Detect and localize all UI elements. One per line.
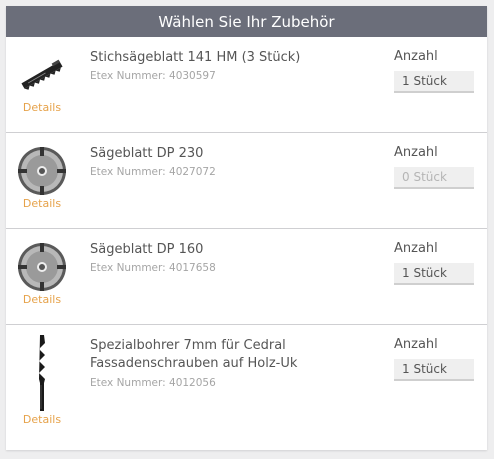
details-link[interactable]: Details (16, 101, 68, 114)
quantity-label: Anzahl (394, 241, 438, 256)
details-link[interactable]: Details (16, 197, 68, 210)
jigsaw-blade-icon (16, 49, 68, 101)
details-link[interactable]: Details (16, 293, 68, 306)
quantity-label: Anzahl (394, 49, 438, 64)
product-title: Sägeblatt DP 230 (90, 146, 204, 161)
details-link[interactable]: Details (16, 413, 68, 426)
drill-bit-icon (16, 335, 68, 411)
list-item: Details Stichsägeblatt 141 HM (3 Stück) … (6, 37, 487, 133)
quantity-label: Anzahl (394, 145, 438, 160)
list-item: Details Sägeblatt DP 230 Etex Nummer: 40… (6, 133, 487, 229)
product-sku: Etex Nummer: 4017658 (90, 262, 216, 274)
quantity-input[interactable] (394, 263, 474, 285)
product-sku: Etex Nummer: 4027072 (90, 166, 216, 178)
quantity-label: Anzahl (394, 337, 438, 352)
card-header: Wählen Sie Ihr Zubehör (6, 6, 487, 37)
saw-blade-icon (16, 241, 68, 293)
quantity-input[interactable] (394, 71, 474, 93)
product-title: Stichsägeblatt 141 HM (3 Stück) (90, 50, 301, 65)
header-title: Wählen Sie Ihr Zubehör (158, 12, 335, 31)
list-item: Details Spezialbohrer 7mm für Cedral Fas… (6, 325, 487, 443)
product-sku: Etex Nummer: 4012056 (90, 377, 216, 389)
saw-blade-icon (16, 145, 68, 197)
accessory-card: Wählen Sie Ihr Zubehör Details Stichsäge… (6, 6, 487, 450)
product-sku: Etex Nummer: 4030597 (90, 70, 216, 82)
product-title: Sägeblatt DP 160 (90, 242, 204, 257)
quantity-input[interactable] (394, 359, 474, 381)
product-title: Spezialbohrer 7mm für Cedral Fassadensch… (90, 338, 298, 371)
quantity-input[interactable] (394, 167, 474, 189)
list-item: Details Sägeblatt DP 160 Etex Nummer: 40… (6, 229, 487, 325)
